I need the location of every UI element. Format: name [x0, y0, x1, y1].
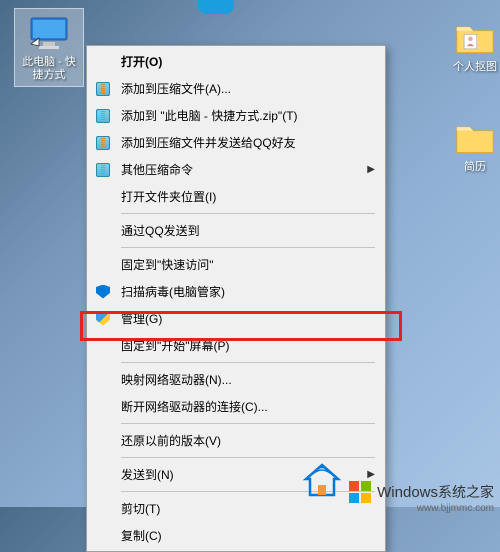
- menu-add-to-zip[interactable]: 添加到 "此电脑 - 快捷方式.zip"(T): [89, 102, 383, 129]
- blank-icon: [93, 257, 113, 273]
- menu-pin-quick-access[interactable]: 固定到"快速访问": [89, 251, 383, 278]
- menu-label: 复制(C): [121, 527, 375, 544]
- watermark-suffix: 系统之家: [438, 484, 494, 500]
- archive-icon: [93, 81, 113, 97]
- menu-label: 其他压缩命令: [121, 161, 367, 178]
- blank-icon: [93, 467, 113, 483]
- menu-manage[interactable]: 管理(G): [89, 305, 383, 332]
- watermark-brand: Windows系统之家: [377, 482, 494, 502]
- watermark-brand-text: Windows: [377, 484, 438, 501]
- menu-other-archive[interactable]: 其他压缩命令 ▶: [89, 156, 383, 183]
- folder-icon: [455, 118, 495, 158]
- watermark-url: www.bjjmmc.com: [417, 503, 494, 514]
- menu-open-file-location[interactable]: 打开文件夹位置(I): [89, 183, 383, 210]
- archive-icon: [93, 135, 113, 151]
- submenu-arrow-icon: ▶: [367, 469, 375, 480]
- blank-icon: [93, 338, 113, 354]
- windows-logo-icon: [349, 481, 371, 503]
- menu-separator: [121, 423, 375, 424]
- submenu-arrow-icon: ▶: [367, 164, 375, 175]
- shield-icon: [93, 284, 113, 300]
- menu-copy[interactable]: 复制(C): [89, 522, 383, 549]
- menu-label: 扫描病毒(电脑管家): [121, 283, 375, 300]
- menu-map-network-drive[interactable]: 映射网络驱动器(N)...: [89, 366, 383, 393]
- menu-separator: [121, 213, 375, 214]
- blank-icon: [93, 54, 113, 70]
- menu-restore-previous[interactable]: 还原以前的版本(V): [89, 427, 383, 454]
- watermark: Windows系统之家 www.bjjmmc.com: [349, 481, 494, 503]
- menu-label: 映射网络驱动器(N)...: [121, 371, 375, 388]
- menu-add-send-qq[interactable]: 添加到压缩文件并发送给QQ好友: [89, 129, 383, 156]
- desktop-icon-resume[interactable]: 简历: [440, 118, 500, 174]
- search-pill-fragment: [198, 0, 234, 14]
- blank-icon: [93, 501, 113, 517]
- blank-icon: [93, 189, 113, 205]
- menu-label: 添加到 "此电脑 - 快捷方式.zip"(T): [121, 107, 375, 124]
- menu-label: 打开文件夹位置(I): [121, 188, 375, 205]
- menu-label: 添加到压缩文件并发送给QQ好友: [121, 134, 375, 151]
- menu-label: 固定到"快速访问": [121, 256, 375, 273]
- blank-icon: [93, 433, 113, 449]
- menu-scan-virus[interactable]: 扫描病毒(电脑管家): [89, 278, 383, 305]
- blank-icon: [93, 223, 113, 239]
- blank-icon: [93, 528, 113, 544]
- menu-label: 通过QQ发送到: [121, 222, 375, 239]
- menu-open[interactable]: 打开(O): [89, 48, 383, 75]
- menu-label: 剪切(T): [121, 500, 375, 517]
- menu-separator: [121, 457, 375, 458]
- menu-cut[interactable]: 剪切(T): [89, 495, 383, 522]
- menu-label: 打开(O): [121, 53, 375, 70]
- folder-icon: [455, 18, 495, 58]
- monitor-icon: [29, 13, 69, 53]
- desktop-icon-person-cutout[interactable]: 个人抠图: [440, 18, 500, 74]
- menu-separator: [121, 362, 375, 363]
- blank-icon: [93, 399, 113, 415]
- desktop-icon-label: 个人抠图: [440, 61, 500, 74]
- house-logo-icon: [302, 463, 342, 499]
- menu-add-to-archive[interactable]: 添加到压缩文件(A)...: [89, 75, 383, 102]
- archive-icon: [93, 108, 113, 124]
- menu-label: 断开网络驱动器的连接(C)...: [121, 398, 375, 415]
- menu-send-via-qq[interactable]: 通过QQ发送到: [89, 217, 383, 244]
- archive-icon: [93, 162, 113, 178]
- menu-label: 还原以前的版本(V): [121, 432, 375, 449]
- menu-label: 添加到压缩文件(A)...: [121, 80, 375, 97]
- menu-disconnect-network[interactable]: 断开网络驱动器的连接(C)...: [89, 393, 383, 420]
- desktop-icon-this-pc[interactable]: 此电脑 - 快捷方式: [14, 8, 84, 87]
- menu-label: 固定到"开始"屏幕(P): [121, 337, 375, 354]
- menu-separator: [121, 247, 375, 248]
- menu-label: 管理(G): [121, 310, 375, 327]
- uac-shield-icon: [93, 311, 113, 327]
- blank-icon: [93, 372, 113, 388]
- menu-pin-start[interactable]: 固定到"开始"屏幕(P): [89, 332, 383, 359]
- desktop-icon-label: 此电脑 - 快捷方式: [17, 56, 81, 82]
- desktop-icon-label: 简历: [440, 161, 500, 174]
